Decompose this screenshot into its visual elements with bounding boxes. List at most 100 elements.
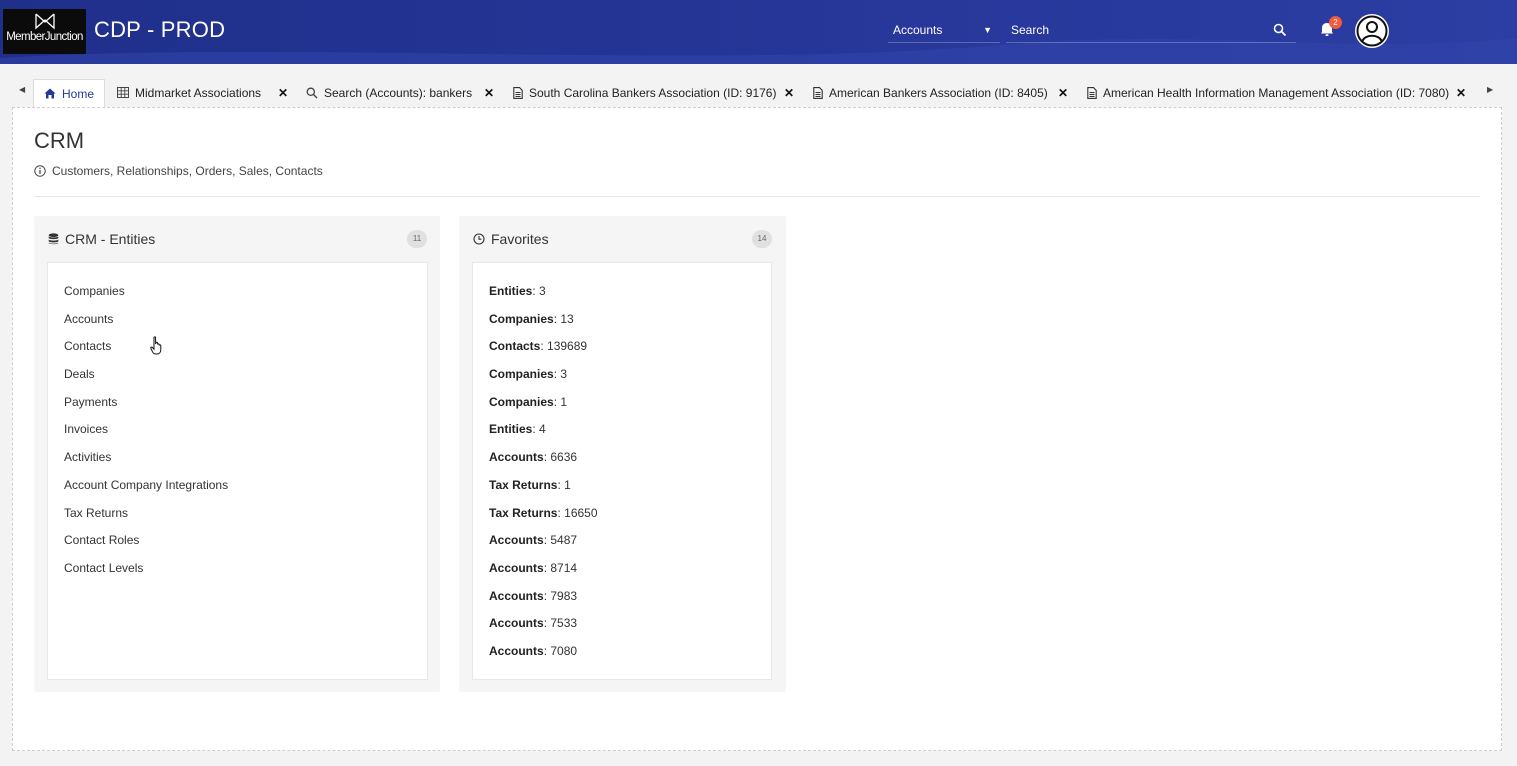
tab-label: American Health Information Management A… [1103, 86, 1450, 100]
favorite-separator: : [532, 422, 540, 437]
database-icon [48, 233, 59, 245]
tab-scroll-left-icon[interactable]: ◀ [19, 85, 25, 94]
entity-link[interactable]: Payments [64, 394, 228, 422]
favorite-value: 13 [560, 311, 574, 326]
favorite-item[interactable]: Contacts: 139689 [489, 338, 598, 366]
mouse-pointer-icon [150, 336, 162, 355]
favorite-value: 7080 [550, 643, 578, 658]
card-title: Favorites [491, 231, 549, 247]
tab-south-carolina-bankers[interactable]: South Carolina Bankers Association (ID: … [513, 79, 776, 107]
favorite-item[interactable]: Entities: 3 [489, 283, 598, 311]
favorite-value: 139689 [547, 339, 588, 354]
search-icon [306, 87, 318, 99]
tab-strip: ◀ Home Midmarket Associations ✕ Search (… [0, 77, 1517, 107]
entities-list-panel: Companies Accounts Contacts Deals Payments In… [47, 262, 428, 680]
document-icon [813, 86, 823, 99]
entity-link[interactable]: Accounts [64, 311, 228, 339]
tab-american-bankers[interactable]: American Bankers Association (ID: 8405) [813, 79, 1048, 107]
tab-midmarket-associations[interactable]: Midmarket Associations [117, 79, 261, 107]
notification-count-badge: 2 [1329, 16, 1342, 29]
favorite-label: Accounts [489, 450, 544, 465]
document-icon [513, 86, 523, 99]
favorite-value: 3 [560, 367, 568, 382]
user-avatar[interactable] [1355, 14, 1389, 48]
tab-label: Home [62, 87, 95, 101]
favorite-label: Tax Returns [489, 477, 558, 492]
favorite-item[interactable]: Accounts: 7533 [489, 615, 598, 643]
app-header: MemberJunction CDP - PROD Accounts ▼ 2 [0, 0, 1517, 64]
tab-american-health-info[interactable]: American Health Information Management A… [1087, 79, 1449, 107]
entity-link[interactable]: Companies [64, 283, 228, 311]
favorite-value: 3 [539, 284, 546, 298]
search-icon[interactable] [1273, 23, 1287, 37]
search-scope-value: Accounts [893, 23, 943, 37]
close-tab-icon[interactable]: ✕ [278, 87, 288, 99]
entity-link[interactable]: Activities [64, 449, 228, 477]
entity-link[interactable]: Invoices [64, 421, 228, 449]
favorite-item[interactable]: Accounts: 5487 [489, 532, 598, 560]
favorites-list: Entities: 3 Companies: 13 Contacts: 139689… [489, 283, 598, 671]
favorite-value: 4 [539, 422, 546, 437]
tab-scroll-right-icon[interactable]: ▶ [1487, 85, 1493, 94]
app-logo[interactable]: MemberJunction [3, 9, 86, 54]
page-title: CRM [34, 128, 85, 153]
favorite-item[interactable]: Companies: 13 [489, 311, 598, 339]
tab-search-accounts-bankers[interactable]: Search (Accounts): bankers [306, 79, 472, 107]
favorite-item[interactable]: Accounts: 8714 [489, 560, 598, 588]
entity-link[interactable]: Contact Roles [64, 532, 228, 560]
entity-link[interactable]: Contact Levels [64, 560, 228, 588]
favorite-item[interactable]: Companies: 1 [489, 394, 598, 422]
favorite-label: Companies [489, 394, 554, 409]
favorite-value: 1 [560, 394, 568, 409]
close-tab-icon[interactable]: ✕ [484, 87, 494, 99]
app-title: CDP - PROD [94, 17, 226, 42]
page-subtitle: Customers, Relationships, Orders, Sales,… [34, 164, 323, 178]
favorite-item[interactable]: Tax Returns: 1 [489, 477, 598, 505]
favorite-value: 5487 [550, 533, 578, 548]
count-badge: 14 [752, 230, 772, 248]
favorite-separator: : [540, 339, 548, 354]
close-tab-icon[interactable]: ✕ [784, 87, 794, 99]
favorite-item[interactable]: Companies: 3 [489, 366, 598, 394]
favorite-label: Contacts [489, 339, 541, 354]
logo-text: MemberJunction [6, 31, 83, 43]
entity-link[interactable]: Contacts [64, 338, 228, 366]
close-tab-icon[interactable]: ✕ [1058, 87, 1068, 99]
main-content: CRM Customers, Relationships, Orders, Sa… [12, 107, 1502, 751]
favorite-item[interactable]: Accounts: 7080 [489, 643, 598, 671]
favorite-label: Companies [489, 311, 554, 326]
count-badge: 11 [407, 230, 427, 248]
favorite-item[interactable]: Tax Returns: 16650 [489, 505, 598, 533]
logo-mark-icon [34, 13, 55, 30]
search-scope-dropdown[interactable]: Accounts ▼ [888, 17, 1000, 43]
favorite-item[interactable]: Accounts: 6636 [489, 449, 598, 477]
favorite-value: 7983 [550, 588, 578, 603]
card-title: CRM - Entities [65, 231, 156, 247]
search-input[interactable] [1006, 17, 1296, 43]
tab-label: Search (Accounts): bankers [324, 86, 473, 100]
tab-label: Midmarket Associations [135, 86, 262, 100]
entity-link[interactable]: Deals [64, 366, 228, 394]
card-header: CRM - Entities [48, 231, 155, 247]
entity-link[interactable]: Account Company Integrations [64, 477, 228, 505]
close-tab-icon[interactable]: ✕ [1456, 87, 1466, 99]
caret-down-icon: ▼ [983, 25, 992, 35]
favorite-label: Tax Returns [489, 505, 558, 520]
favorite-label: Entities [489, 422, 533, 437]
entity-link[interactable]: Tax Returns [64, 505, 228, 533]
home-icon [44, 88, 56, 99]
favorite-item[interactable]: Accounts: 7983 [489, 588, 598, 616]
tab-label: American Bankers Association (ID: 8405) [829, 86, 1048, 100]
favorite-item[interactable]: Entities: 4 [489, 421, 598, 449]
info-icon [34, 165, 46, 177]
favorite-value: 6636 [550, 450, 578, 465]
favorite-value: 16650 [564, 505, 598, 520]
favorite-separator: : [532, 284, 540, 298]
clock-icon [473, 233, 485, 245]
grid-icon [117, 87, 129, 99]
divider [34, 196, 1480, 197]
tab-home[interactable]: Home [33, 79, 106, 107]
favorite-value: 1 [564, 477, 571, 492]
crm-entities-card: CRM - Entities 11 Companies Accounts Conta… [34, 216, 440, 692]
favorite-label: Accounts [489, 643, 544, 658]
